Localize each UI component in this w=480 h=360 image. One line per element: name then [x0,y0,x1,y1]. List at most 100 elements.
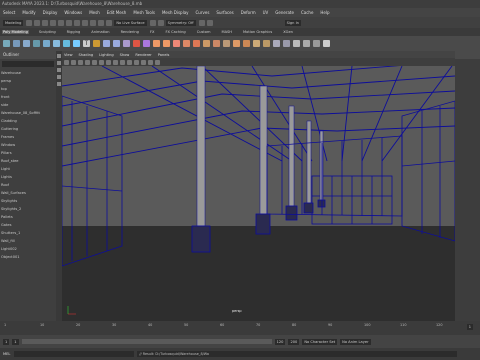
outliner-item[interactable]: Warehouse [1,69,56,77]
persp-viewport[interactable]: View Shading Lighting Show Renderer Pane… [62,51,455,321]
viewport-menu-renderer[interactable]: Renderer [135,53,151,57]
auto-uv-icon[interactable] [313,40,320,47]
menu-help[interactable]: Help [320,10,329,15]
menu-mesh-tools[interactable]: Mesh Tools [133,10,155,15]
boolean-icon[interactable] [133,40,140,47]
menu-mesh[interactable]: Mesh [89,10,100,15]
uv-editor-icon[interactable] [323,40,330,47]
wireframe-icon[interactable] [106,59,111,65]
anim-layer-dropdown[interactable]: No Anim Layer [340,338,371,345]
poly-disc-icon[interactable] [63,40,70,47]
menu-modify[interactable]: Modify [22,10,35,15]
select-component-icon[interactable] [82,19,89,26]
outliner-item[interactable]: Wall_fill [1,237,56,245]
snap-grid-icon[interactable] [90,19,97,26]
select-hierarchy-icon[interactable] [66,19,73,26]
character-set-dropdown[interactable]: No Character Set [302,338,338,345]
outliner-item[interactable]: Skylights_2 [1,205,56,213]
start-range-field[interactable]: 1 [12,338,19,345]
separate-icon[interactable] [113,40,120,47]
menu-select[interactable]: Select [3,10,15,15]
planar-uv-icon[interactable] [303,40,310,47]
render-settings-icon[interactable] [198,19,205,26]
menu-uv[interactable]: UV [263,10,269,15]
menu-surfaces[interactable]: Surfaces [216,10,233,15]
hypershade-icon[interactable] [206,19,213,26]
film-gate-icon[interactable] [92,59,97,65]
poly-cube-icon[interactable] [13,40,20,47]
image-plane-icon[interactable] [78,59,83,65]
poly-sphere-icon[interactable] [3,40,10,47]
live-surface-field[interactable]: No Live Surface [114,19,147,26]
scale-tool-icon[interactable] [57,82,61,86]
tab-fx[interactable]: FX [149,30,156,34]
open-scene-icon[interactable] [34,19,41,26]
xray-icon[interactable] [155,59,160,65]
tab-rendering[interactable]: Rendering [120,30,140,34]
viewport-menu-lighting[interactable]: Lighting [99,53,114,57]
target-weld-icon[interactable] [213,40,220,47]
smooth-icon[interactable] [123,40,130,47]
snap-point-icon[interactable] [106,19,113,26]
command-language-label[interactable]: MEL [3,352,10,356]
viewport-menu-shading[interactable]: Shading [79,53,94,57]
outliner-item[interactable]: top [1,85,56,93]
type-icon[interactable]: T [83,40,90,47]
outliner-item[interactable]: Gates [1,221,56,229]
outliner-item[interactable]: Pallets [1,213,56,221]
lasso-tool-icon[interactable] [57,61,61,65]
extrude-icon[interactable] [153,40,160,47]
bookmark-icon[interactable] [71,59,76,65]
tab-xgen[interactable]: XGen [282,30,294,34]
outliner-item[interactable]: Warehouse_08_Soffitt [1,109,56,117]
poly-cone-icon[interactable] [33,40,40,47]
viewport-menu-view[interactable]: View [64,53,73,57]
edge-loop-icon[interactable] [243,40,250,47]
outliner-item[interactable]: Roof [1,181,56,189]
outliner-item[interactable]: Window [1,141,56,149]
outliner-item[interactable]: Light [1,165,56,173]
outliner-item[interactable]: Object001 [1,253,56,261]
shadows-icon[interactable] [134,59,139,65]
outliner-item[interactable]: Guttering [1,125,56,133]
outliner-item[interactable]: persp [1,77,56,85]
tab-sculpting[interactable]: Sculpting [38,30,57,34]
grid-toggle-icon[interactable] [85,59,90,65]
tab-motion-graphics[interactable]: Motion Graphics [242,30,273,34]
outliner-item[interactable]: Skylights [1,197,56,205]
redo-icon[interactable] [58,19,65,26]
menu-deform[interactable]: Deform [241,10,256,15]
outliner-item[interactable]: Lights [1,173,56,181]
outliner-item[interactable]: Frames [1,133,56,141]
menu-generate[interactable]: Generate [275,10,294,15]
new-scene-icon[interactable] [26,19,33,26]
viewport-menu-panels[interactable]: Panels [158,53,170,57]
mode-dropdown[interactable]: Modeling [3,19,24,26]
outliner-item[interactable]: Wall_Surfaces [1,189,56,197]
insert-loop-icon[interactable] [263,40,270,47]
menu-display[interactable]: Display [43,10,58,15]
menu-curves[interactable]: Curves [196,10,210,15]
resolution-gate-icon[interactable] [99,59,104,65]
tab-animation[interactable]: Animation [90,30,110,34]
append-icon[interactable] [183,40,190,47]
tab-mash[interactable]: MASH [220,30,233,34]
rotate-tool-icon[interactable] [57,75,61,79]
quad-draw-icon[interactable] [233,40,240,47]
channel-box-header[interactable] [455,51,480,59]
center-pivot-icon[interactable] [273,40,280,47]
outliner-item[interactable]: Cladding [1,117,56,125]
outliner-item[interactable]: Shutters_1 [1,229,56,237]
fill-hole-icon[interactable] [193,40,200,47]
bevel-icon[interactable] [163,40,170,47]
tab-poly-modeling[interactable]: Poly Modeling [2,30,29,34]
undo-icon[interactable] [50,19,57,26]
poly-plane-icon[interactable] [53,40,60,47]
render-icon[interactable] [149,19,156,26]
start-frame-field[interactable]: 1 [3,338,10,345]
tab-rigging[interactable]: Rigging [66,30,82,34]
outliner-item[interactable]: Roof_stee [1,157,56,165]
freeze-transform-icon[interactable] [283,40,290,47]
command-input[interactable] [14,351,135,357]
tab-custom[interactable]: Custom [196,30,212,34]
